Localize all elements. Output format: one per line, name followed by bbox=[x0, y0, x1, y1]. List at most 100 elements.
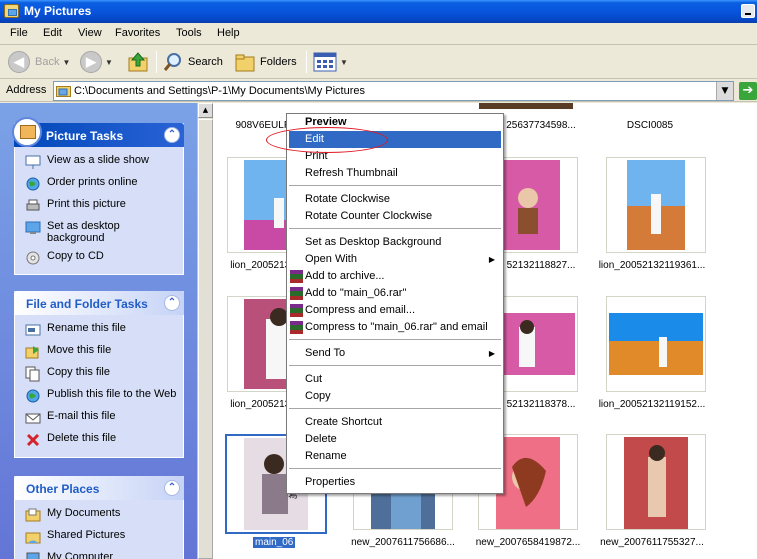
collapse-icon[interactable]: ⌃ bbox=[164, 295, 180, 311]
address-bar: Address C:\Documents and Settings\P-1\My… bbox=[0, 80, 757, 102]
up-folder-button[interactable] bbox=[127, 50, 149, 74]
back-button[interactable]: ◀ Back ▼ bbox=[8, 50, 70, 74]
menu-file[interactable]: File bbox=[10, 27, 28, 39]
shared-folder-icon bbox=[25, 532, 41, 544]
place-my-computer[interactable]: My Computer bbox=[15, 548, 183, 559]
menu-item-set-desktop-background[interactable]: Set as Desktop Background bbox=[289, 234, 501, 251]
task-delete[interactable]: Delete this file bbox=[15, 429, 183, 451]
toolbar-separator bbox=[156, 51, 157, 73]
file-label[interactable]: DSCI0085 bbox=[585, 120, 715, 131]
printer-icon bbox=[26, 199, 40, 211]
scroll-up-button[interactable]: ▲ bbox=[198, 103, 213, 118]
task-copy-cd[interactable]: Copy to CD bbox=[15, 247, 183, 269]
menu-help[interactable]: Help bbox=[217, 27, 240, 39]
thumbnail-image bbox=[624, 437, 688, 529]
menu-item-add-to-archive[interactable]: Add to archive... bbox=[289, 268, 501, 285]
menu-tools[interactable]: Tools bbox=[176, 27, 202, 39]
menu-item-add-to-rar[interactable]: Add to "main_06.rar" bbox=[289, 285, 501, 302]
vertical-scrollbar[interactable]: ▲ bbox=[197, 103, 213, 559]
folders-icon bbox=[235, 54, 255, 72]
menu-item-delete[interactable]: Delete bbox=[289, 431, 501, 448]
globe-icon bbox=[26, 177, 40, 191]
folder-icon bbox=[56, 86, 71, 97]
menu-view[interactable]: View bbox=[78, 27, 102, 39]
menu-item-cut[interactable]: Cut bbox=[289, 371, 501, 388]
winrar-icon bbox=[290, 270, 303, 283]
menu-item-copy[interactable]: Copy bbox=[289, 388, 501, 405]
menu-item-refresh-thumbnail[interactable]: Refresh Thumbnail bbox=[289, 165, 501, 182]
scroll-thumb[interactable] bbox=[198, 119, 213, 559]
globe-icon bbox=[26, 389, 40, 403]
file-tasks-header[interactable]: File and Folder Tasks ⌃ bbox=[14, 291, 184, 315]
task-print-picture[interactable]: Print this picture bbox=[15, 195, 183, 217]
collapse-icon[interactable]: ⌃ bbox=[164, 480, 180, 496]
file-label[interactable]: lion_20052132119361... bbox=[587, 260, 717, 271]
file-label-selected[interactable]: main_06 bbox=[253, 537, 296, 548]
winrar-icon bbox=[290, 304, 303, 317]
menu-item-compress-email[interactable]: Compress and email... bbox=[289, 302, 501, 319]
computer-icon bbox=[26, 552, 40, 559]
menu-edit[interactable]: Edit bbox=[43, 27, 62, 39]
menu-item-rotate-clockwise[interactable]: Rotate Clockwise bbox=[289, 191, 501, 208]
menu-favorites[interactable]: Favorites bbox=[115, 27, 160, 39]
thumbnail-image bbox=[496, 437, 560, 529]
menu-item-rotate-counter-clockwise[interactable]: Rotate Counter Clockwise bbox=[289, 208, 501, 225]
menu-separator bbox=[289, 365, 501, 366]
menu-item-rename[interactable]: Rename bbox=[289, 448, 501, 465]
collapse-icon[interactable]: ⌃ bbox=[164, 127, 180, 143]
go-button[interactable]: ➔ bbox=[739, 82, 757, 100]
address-input[interactable]: C:\Documents and Settings\P-1\My Documen… bbox=[53, 81, 734, 101]
file-label[interactable]: new_2007611755327... bbox=[587, 537, 717, 548]
thumbnail[interactable] bbox=[606, 434, 706, 530]
context-menu: Preview Edit Print Refresh Thumbnail Rot… bbox=[286, 113, 504, 494]
search-button[interactable]: Search bbox=[162, 50, 223, 74]
copy-icon bbox=[25, 366, 40, 382]
other-places-header[interactable]: Other Places ⌃ bbox=[14, 476, 184, 500]
task-set-desktop[interactable]: Set as desktop background bbox=[15, 217, 183, 247]
task-rename[interactable]: Rename this file bbox=[15, 319, 183, 341]
thumbnail[interactable] bbox=[606, 296, 706, 392]
picture-tasks-icon bbox=[12, 117, 42, 147]
menu-item-edit[interactable]: Edit bbox=[289, 131, 501, 148]
menu-item-preview[interactable]: Preview bbox=[289, 114, 501, 131]
menu-item-compress-rar-email[interactable]: Compress to "main_06.rar" and email bbox=[289, 319, 501, 336]
menu-item-print[interactable]: Print bbox=[289, 148, 501, 165]
task-publish[interactable]: Publish this file to the Web bbox=[15, 385, 183, 407]
address-dropdown-button[interactable]: ▼ bbox=[716, 82, 733, 100]
file-label[interactable]: lion_20052132119152... bbox=[587, 399, 717, 410]
place-shared-pictures[interactable]: Shared Pictures bbox=[15, 526, 183, 548]
menu-item-open-with[interactable]: Open With ▶ bbox=[289, 251, 501, 268]
menu-item-create-shortcut[interactable]: Create Shortcut bbox=[289, 414, 501, 431]
minimize-button[interactable] bbox=[741, 4, 755, 18]
menu-separator bbox=[289, 185, 501, 186]
menu-separator bbox=[289, 339, 501, 340]
task-copy[interactable]: Copy this file bbox=[15, 363, 183, 385]
forward-button[interactable]: ▶ ▼ bbox=[80, 50, 113, 74]
submenu-arrow-icon: ▶ bbox=[488, 349, 495, 358]
folder-up-icon bbox=[128, 52, 148, 72]
picture-tasks-header[interactable]: Picture Tasks ⌃ bbox=[12, 117, 184, 147]
cd-icon bbox=[26, 251, 40, 265]
thumbnail[interactable] bbox=[606, 157, 706, 253]
forward-arrow-icon: ▶ bbox=[80, 51, 102, 73]
task-email[interactable]: E-mail this file bbox=[15, 407, 183, 429]
file-label[interactable]: new_2007611756686... bbox=[338, 537, 468, 548]
file-label[interactable]: new_2007658419872... bbox=[463, 537, 593, 548]
place-my-documents[interactable]: My Documents bbox=[15, 504, 183, 526]
picture-tasks-panel: Picture Tasks ⌃ View as a slide show Ord… bbox=[12, 117, 184, 275]
file-tasks-panel: File and Folder Tasks ⌃ Rename this file… bbox=[14, 291, 184, 458]
address-label: Address bbox=[6, 84, 47, 96]
window-title: My Pictures bbox=[24, 4, 92, 18]
winrar-icon bbox=[290, 287, 303, 300]
task-order-prints[interactable]: Order prints online bbox=[15, 173, 183, 195]
views-button[interactable]: ▼ bbox=[313, 50, 348, 74]
thumbnail-image bbox=[496, 160, 560, 250]
folder-pictures-icon bbox=[4, 4, 19, 18]
menu-item-properties[interactable]: Properties bbox=[289, 474, 501, 491]
folders-button[interactable]: Folders bbox=[234, 50, 297, 74]
task-slideshow[interactable]: View as a slide show bbox=[15, 151, 183, 173]
my-documents-icon bbox=[25, 508, 41, 522]
task-move[interactable]: Move this file bbox=[15, 341, 183, 363]
thumbnail-image bbox=[627, 160, 685, 250]
menu-item-send-to[interactable]: Send To ▶ bbox=[289, 345, 501, 362]
